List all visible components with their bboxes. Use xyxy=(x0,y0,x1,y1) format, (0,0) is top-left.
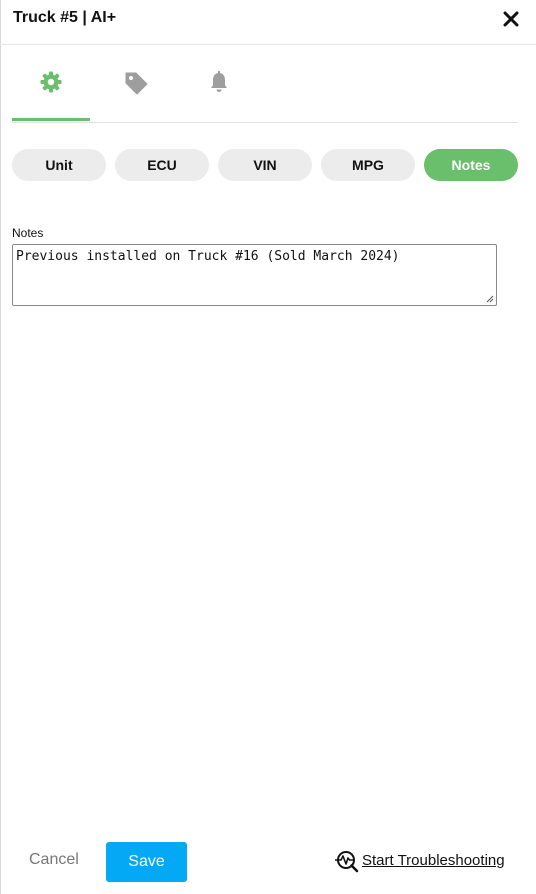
cancel-button[interactable]: Cancel xyxy=(29,851,79,869)
notes-textarea[interactable]: Previous installed on Truck #16 (Sold Ma… xyxy=(12,244,497,306)
gear-icon xyxy=(40,71,62,93)
notes-label: Notes xyxy=(12,226,44,240)
save-button[interactable]: Save xyxy=(106,842,187,882)
icon-tab-bar xyxy=(12,62,518,123)
close-icon[interactable] xyxy=(499,7,523,31)
section-pill-tabs: Unit ECU VIN MPG Notes xyxy=(12,149,520,181)
notes-value: Previous installed on Truck #16 (Sold Ma… xyxy=(16,249,400,264)
troubleshoot-magnifier-icon xyxy=(335,851,359,873)
panel-header: Truck #5 | AI+ xyxy=(0,0,536,45)
pill-tab-notes[interactable]: Notes xyxy=(424,149,518,181)
tag-icon xyxy=(125,72,148,95)
page-title: Truck #5 | AI+ xyxy=(13,9,117,26)
pill-tab-unit[interactable]: Unit xyxy=(12,149,106,181)
panel-left-border xyxy=(0,0,1,894)
start-troubleshooting-label: Start Troubleshooting xyxy=(362,852,505,869)
pill-tab-vin[interactable]: VIN xyxy=(218,149,312,181)
bell-icon xyxy=(211,71,227,92)
resize-handle-icon[interactable] xyxy=(485,294,494,303)
pill-tab-ecu[interactable]: ECU xyxy=(115,149,209,181)
tab-settings[interactable] xyxy=(12,62,90,121)
tab-alerts[interactable] xyxy=(180,62,258,120)
pill-tab-mpg[interactable]: MPG xyxy=(321,149,415,181)
tab-tags[interactable] xyxy=(96,62,174,120)
